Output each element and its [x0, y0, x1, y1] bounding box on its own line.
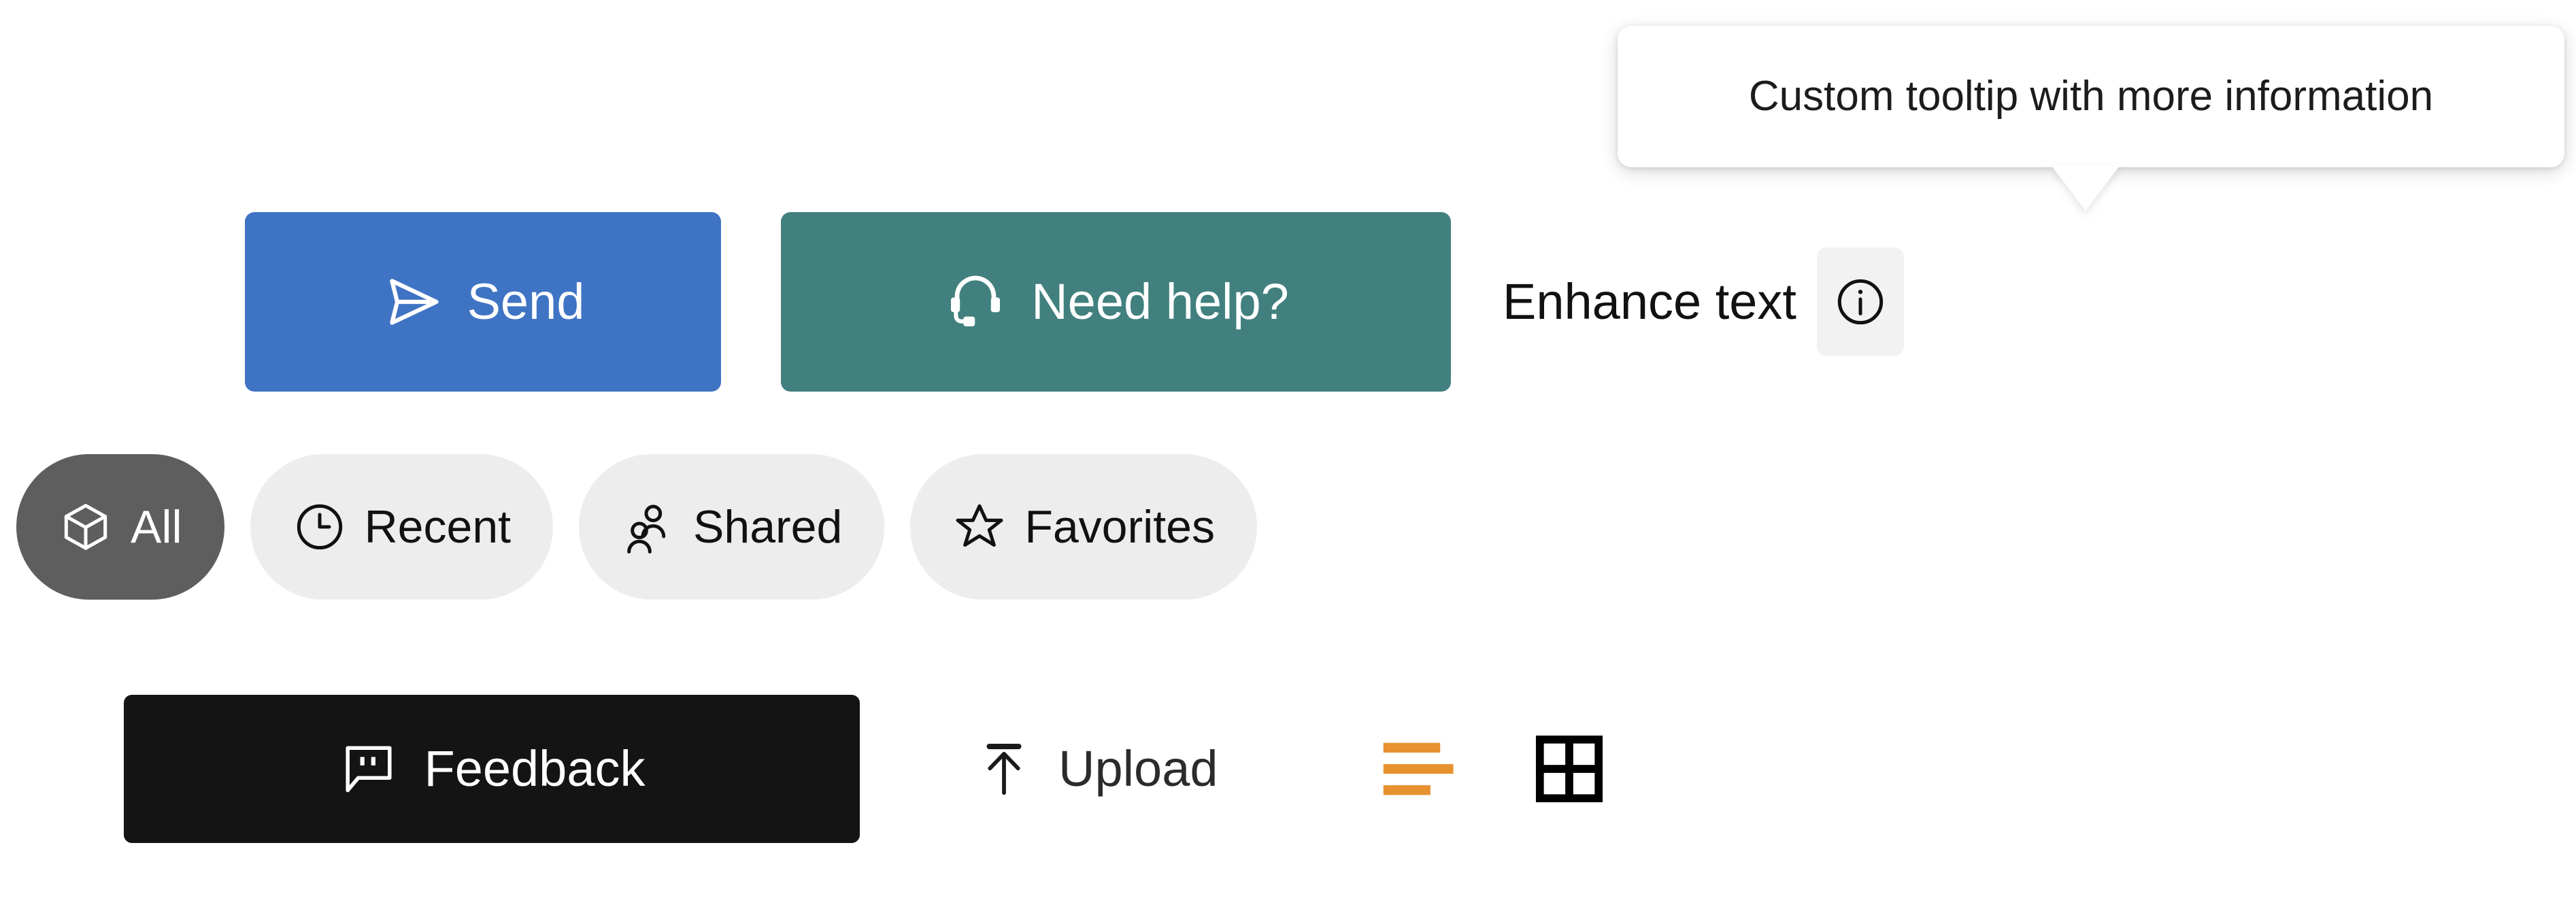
cube-icon [58, 500, 113, 554]
bottom-toolbar: Feedback Upload [124, 695, 1606, 843]
filter-pill-all[interactable]: All [16, 454, 224, 600]
info-circle-icon [1833, 275, 1888, 329]
need-help-button-label: Need help? [1031, 273, 1289, 330]
info-button[interactable] [1816, 247, 1904, 356]
upload-button[interactable]: Upload [973, 695, 1218, 843]
enhance-text-group: Enhance text [1503, 247, 1904, 356]
grid-view-icon [1533, 732, 1606, 806]
list-view-button[interactable] [1379, 734, 1459, 804]
enhance-text-label: Enhance text [1503, 273, 1796, 330]
arrow-up-to-line-icon [973, 738, 1035, 800]
list-view-icon [1379, 734, 1459, 804]
filter-pill-recent[interactable]: Recent [250, 454, 554, 600]
feedback-button-label: Feedback [424, 740, 646, 797]
upload-button-label: Upload [1058, 740, 1218, 797]
comment-quote-icon [339, 739, 399, 799]
filter-pills-row: All Recent Shared Favorites [16, 454, 1257, 600]
need-help-button[interactable]: Need help? [781, 212, 1451, 392]
filter-pill-favorites[interactable]: Favorites [910, 454, 1257, 600]
star-icon [952, 500, 1007, 554]
grid-view-button[interactable] [1533, 732, 1606, 806]
tooltip-arrow-icon [2052, 166, 2120, 211]
primary-actions-row: Send Need help? Enhance text [245, 212, 1904, 392]
tooltip-text: Custom tooltip with more information [1748, 73, 2434, 120]
send-icon [382, 271, 444, 333]
filter-pill-recent-label: Recent [364, 501, 512, 553]
tooltip: Custom tooltip with more information [1618, 26, 2564, 167]
filter-pill-favorites-label: Favorites [1024, 501, 1215, 553]
send-button-label: Send [467, 273, 585, 330]
filter-pill-all-label: All [131, 501, 182, 553]
clock-icon [292, 500, 347, 554]
feedback-button[interactable]: Feedback [124, 695, 860, 843]
headset-icon [943, 269, 1008, 334]
send-button[interactable]: Send [245, 212, 721, 392]
filter-pill-shared[interactable]: Shared [579, 454, 885, 600]
filter-pill-shared-label: Shared [693, 501, 843, 553]
people-icon [621, 500, 675, 554]
app-surface: Custom tooltip with more information Sen… [0, 0, 2576, 911]
